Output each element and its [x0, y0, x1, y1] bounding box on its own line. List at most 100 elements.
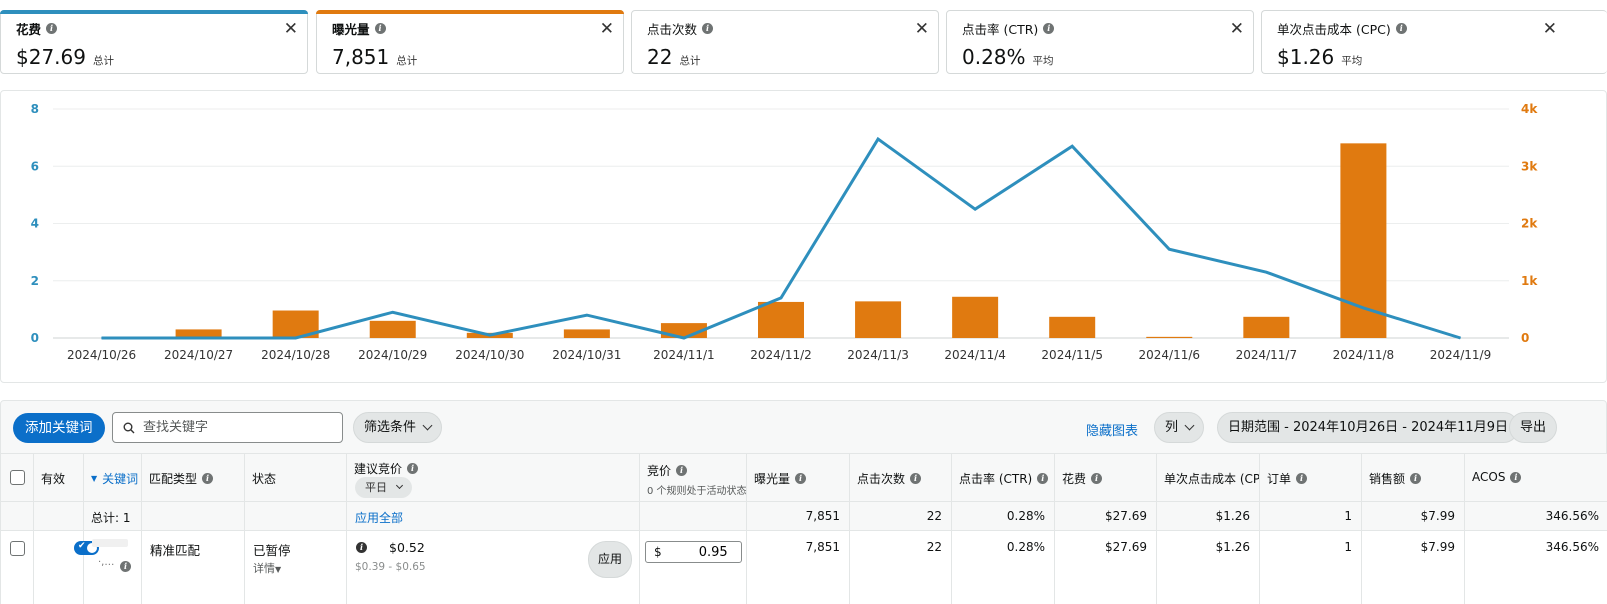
metric-value: $1.26	[1277, 45, 1335, 69]
header-spend[interactable]: 花费 i	[1055, 454, 1157, 501]
filter-button[interactable]: 筛选条件	[353, 412, 443, 443]
info-icon[interactable]: i	[1510, 471, 1522, 483]
close-icon[interactable]: ✕	[1543, 21, 1557, 38]
columns-button[interactable]: 列	[1154, 412, 1205, 443]
info-icon[interactable]: i	[1410, 473, 1422, 484]
row-active-cell: ✔	[34, 531, 99, 604]
select-all-checkbox[interactable]	[10, 470, 25, 485]
right-axis-tick: 4k	[1521, 102, 1538, 116]
x-axis-tick: 2024/11/2	[750, 348, 812, 362]
keyword-blurred	[92, 539, 128, 547]
row-clicks: 22	[850, 531, 952, 604]
close-icon[interactable]: ✕	[600, 21, 614, 38]
totals-label-cell: 总计: 1	[84, 502, 142, 530]
info-icon[interactable]: i	[1037, 473, 1049, 484]
row-acos: 346.56%	[1545, 540, 1599, 554]
header-label: 状态	[252, 472, 277, 486]
suggested-range: $0.39 - $0.65	[355, 561, 426, 573]
info-icon[interactable]: i	[46, 23, 58, 34]
info-icon[interactable]: i	[202, 473, 214, 484]
header-active[interactable]: 有效	[34, 454, 84, 501]
totals-bid-cell	[640, 502, 747, 530]
info-icon[interactable]: i	[407, 463, 419, 474]
info-icon[interactable]: i	[795, 473, 807, 484]
spend-point	[1362, 307, 1364, 309]
impressions-bar	[369, 320, 416, 338]
info-icon[interactable]: i	[910, 473, 922, 484]
keyword-text[interactable]: ·,…	[98, 557, 114, 568]
metric-card-ctr[interactable]: 点击率 (CTR) i 0.28% 平均 ✕	[946, 10, 1254, 74]
close-icon[interactable]: ✕	[1230, 21, 1244, 38]
details-toggle[interactable]: 详情▼	[253, 560, 281, 576]
header-suggested-bid[interactable]: 建议竞价 i 平日	[347, 454, 640, 501]
info-icon[interactable]: i	[1091, 473, 1103, 484]
keyword-search-box[interactable]	[112, 412, 343, 443]
totals-suggested-cell: 应用全部	[347, 502, 640, 530]
search-icon	[123, 422, 135, 433]
header-bid[interactable]: 竞价 i 0 个规则处于活动状态	[640, 454, 747, 501]
apply-bid-button[interactable]: 应用	[588, 541, 632, 578]
metric-card-cpc[interactable]: 单次点击成本 (CPC) i $1.26 平均 ✕	[1261, 10, 1607, 74]
header-orders[interactable]: 订单 i	[1260, 454, 1362, 501]
info-icon[interactable]: i	[702, 23, 714, 34]
header-match-type[interactable]: 匹配类型 i	[142, 454, 245, 501]
spend-point	[392, 311, 394, 313]
metric-card-impressions[interactable]: 曝光量 i 7,851 总计 ✕	[316, 10, 624, 74]
hide-chart-link[interactable]: 隐藏图表	[1086, 420, 1138, 439]
info-icon[interactable]: i	[1043, 23, 1055, 34]
close-icon[interactable]: ✕	[284, 21, 298, 38]
metric-title: 单次点击成本 (CPC)	[1277, 22, 1391, 37]
header-acos[interactable]: ACOS i	[1465, 454, 1607, 501]
row-ctr: 0.28%	[952, 531, 1055, 604]
bid-input[interactable]	[667, 544, 728, 560]
table-header: 有效 ▼ 关键词 匹配类型 i 状态 建议竞价 i 平日 竞价 i 0 个规则处于活动状…	[1, 453, 1607, 501]
header-label: 销售额	[1369, 472, 1406, 486]
header-clicks[interactable]: 点击次数 i	[850, 454, 952, 501]
close-icon[interactable]: ✕	[915, 21, 929, 38]
info-icon[interactable]: i	[1296, 473, 1308, 484]
right-axis-tick: 0	[1521, 331, 1529, 345]
export-button[interactable]: 导出	[1509, 412, 1558, 443]
metric-card-clicks[interactable]: 点击次数 i 22 总计 ✕	[631, 10, 939, 74]
spend-point	[1459, 337, 1461, 339]
header-label: 点击次数	[857, 472, 906, 486]
info-icon[interactable]: i	[676, 465, 688, 476]
filter-label: 筛选条件	[364, 420, 417, 435]
metric-card-spend[interactable]: 花费 i $27.69 总计 ✕	[0, 10, 308, 74]
metric-title: 点击次数	[647, 22, 698, 37]
info-icon[interactable]: i	[1395, 23, 1407, 34]
x-axis-tick: 2024/10/26	[67, 348, 136, 362]
info-icon[interactable]: i	[356, 542, 367, 553]
date-range-button[interactable]: 日期范围 - 2024年10月26日 - 2024年11月9日	[1217, 412, 1519, 443]
x-axis-tick: 2024/11/8	[1333, 348, 1395, 362]
header-impressions[interactable]: 曝光量 i	[747, 454, 850, 501]
x-axis-tick: 2024/10/27	[164, 348, 233, 362]
keyword-table-panel: 添加关键词 筛选条件 隐藏图表 列 日期范围 - 2024年10月26日 - 2…	[0, 400, 1607, 604]
header-status[interactable]: 状态	[245, 454, 347, 501]
totals-active-cell	[34, 502, 84, 530]
add-keyword-button[interactable]: 添加关键词	[13, 413, 105, 443]
header-keyword[interactable]: ▼ 关键词	[84, 454, 142, 501]
search-input[interactable]	[143, 420, 323, 435]
row-checkbox[interactable]	[10, 541, 25, 556]
header-ctr[interactable]: 点击率 (CTR) i	[952, 454, 1055, 501]
bid-input-box[interactable]: $	[645, 541, 742, 563]
row-status-cell: 已暂停 详情▼	[245, 531, 347, 604]
suggested-bid-select[interactable]: 平日	[355, 477, 412, 498]
header-sales[interactable]: 销售额 i	[1362, 454, 1465, 501]
header-cpc[interactable]: 单次点击成本 (CPC)	[1157, 454, 1260, 501]
totals-select-cell	[1, 502, 34, 530]
info-icon[interactable]: i	[374, 23, 386, 34]
apply-all-link[interactable]: 应用全部	[355, 509, 403, 526]
caret-down-icon: ▼	[275, 565, 282, 574]
row-bid-cell: $	[640, 531, 747, 604]
totals-row: 总计: 1 应用全部 7,851 22 0.28% $27.69 $1.26 1…	[1, 501, 1607, 530]
x-axis-tick: 2024/11/5	[1041, 348, 1103, 362]
info-icon[interactable]: i	[120, 561, 131, 572]
header-select-cell	[1, 454, 34, 501]
x-axis-tick: 2024/11/6	[1139, 348, 1201, 362]
impressions-bar	[952, 296, 999, 338]
spend-point	[683, 337, 685, 339]
x-axis-tick: 2024/10/31	[552, 348, 621, 362]
export-label: 导出	[1520, 420, 1547, 435]
